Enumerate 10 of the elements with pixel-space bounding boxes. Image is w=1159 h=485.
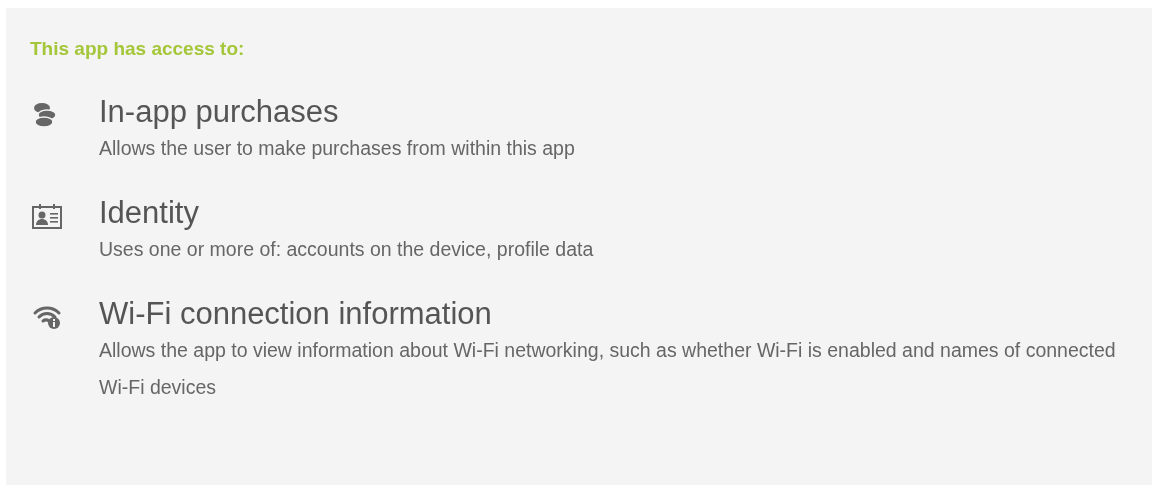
permission-description: Allows the user to make purchases from within this app — [99, 136, 575, 161]
permission-description: Uses one or more of: accounts on the device, profile data — [99, 237, 594, 262]
wifi-info-icon — [32, 304, 62, 330]
coins-icon — [32, 102, 58, 128]
id-card-icon — [32, 203, 62, 229]
permission-title: Wi-Fi connection information — [99, 296, 493, 332]
permission-description: Allows the app to view information about Wi-Fi networking, such as whether Wi-Fi is enabled and names of connected Wi-Fi devices — [99, 338, 1117, 400]
permission-title: Identity — [99, 195, 200, 231]
permission-title: In-app purchases — [99, 94, 340, 130]
section-heading: This app has access to: — [30, 37, 246, 61]
